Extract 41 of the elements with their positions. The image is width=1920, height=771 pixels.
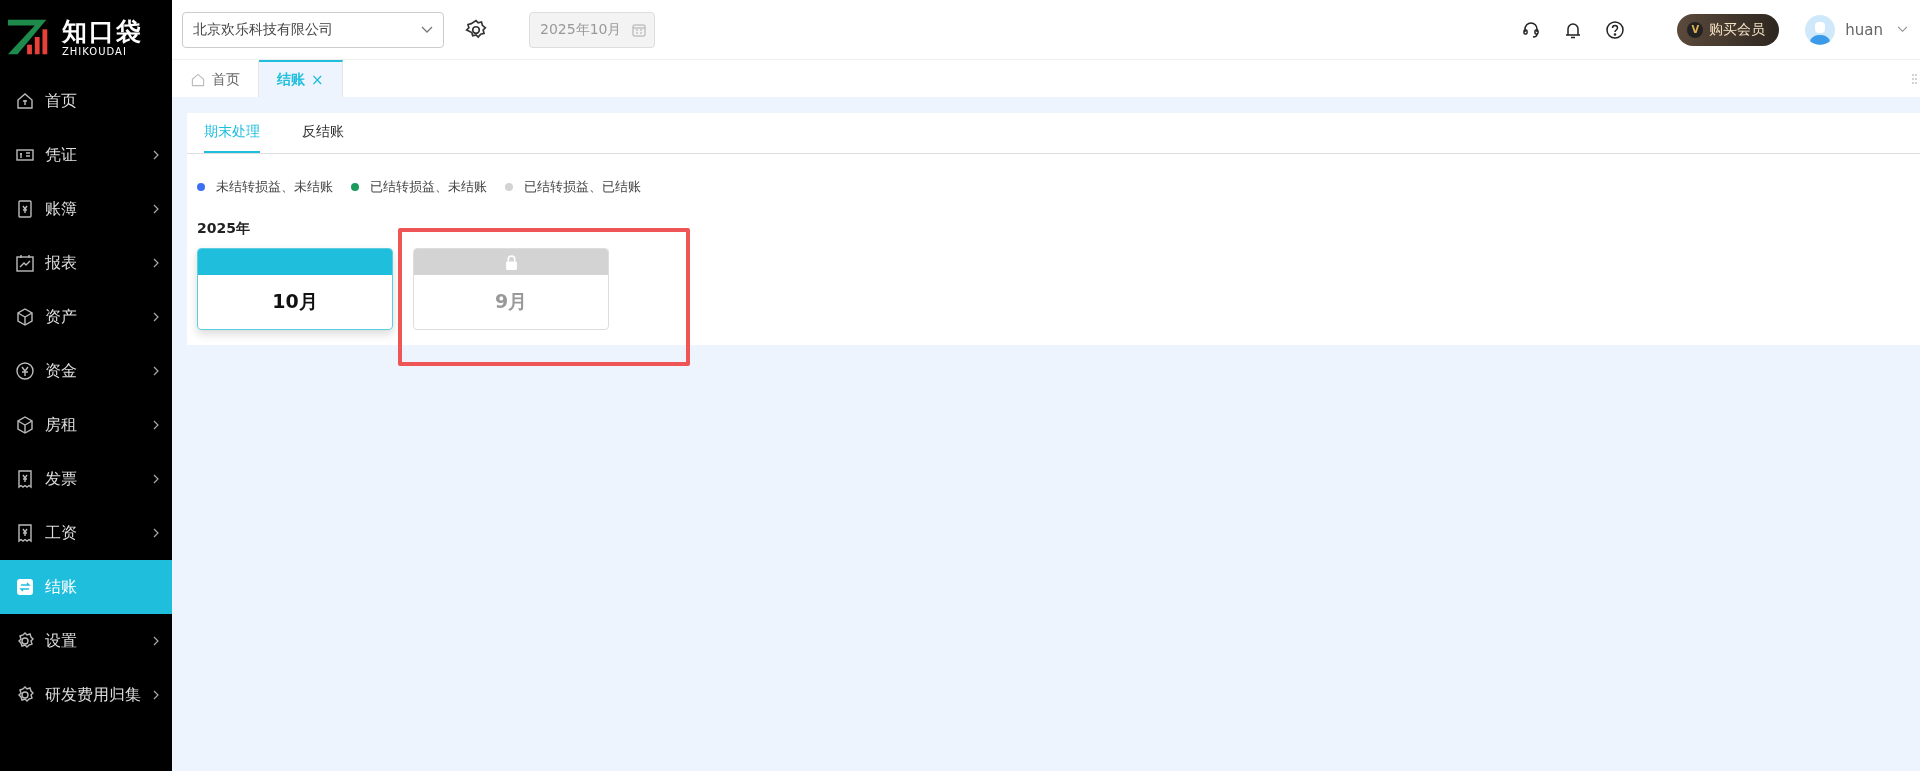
sidebar-item[interactable]: 首页 (0, 74, 172, 128)
sidebar-item[interactable]: 发票 (0, 452, 172, 506)
company-select[interactable]: 北京欢乐科技有限公司 (182, 11, 444, 48)
cube-icon (15, 307, 35, 327)
sidebar-item[interactable]: 凭证 (0, 128, 172, 182)
yuan-coin-icon (15, 361, 35, 381)
period-card[interactable]: 10月 (197, 248, 393, 330)
sidebar-item[interactable]: 研发费用归集 (0, 668, 172, 722)
year-label: 2025年 (196, 219, 251, 238)
document-icon (15, 199, 35, 219)
sidebar-item[interactable]: 资金 (0, 344, 172, 398)
home-icon (190, 71, 206, 88)
sidebar-item[interactable]: 房租 (0, 398, 172, 452)
sidebar-item[interactable]: 账簿 (0, 182, 172, 236)
sidebar-item[interactable]: 设置 (0, 614, 172, 668)
help-icon[interactable] (1605, 19, 1626, 40)
home-icon (15, 91, 35, 111)
chevron-down-icon[interactable] (1897, 26, 1908, 33)
sidebar-item[interactable]: 资产 (0, 290, 172, 344)
cube-icon (15, 415, 35, 435)
legend-label: 未结转损益、未结账 (216, 178, 333, 196)
settings-icon[interactable] (465, 18, 487, 41)
logo-subtitle: ZHIKOUDAI (62, 45, 128, 57)
buy-membership-button[interactable]: V 购买会员 (1677, 13, 1780, 46)
sidebar-item[interactable]: 工资 (0, 506, 172, 560)
headset-icon[interactable] (1521, 19, 1542, 40)
sidebar-item[interactable]: 报表 (0, 236, 172, 290)
calendar-icon (632, 22, 646, 37)
receipt-icon (15, 523, 35, 543)
chart-icon (15, 253, 35, 273)
sub-tab[interactable]: 反结账 (302, 113, 344, 153)
avatar-icon[interactable] (1805, 14, 1836, 45)
logo-name: 知口袋 (62, 17, 143, 46)
chevron-down-icon (421, 25, 433, 34)
lock-icon (504, 254, 518, 270)
user-name[interactable]: huan (1845, 20, 1883, 39)
vip-badge: V (1687, 21, 1704, 38)
swap-icon (15, 577, 35, 597)
legend-label: 已结转损益、已结账 (524, 178, 641, 196)
receipt-icon (15, 469, 35, 489)
legend-label: 已结转损益、未结账 (370, 178, 487, 196)
